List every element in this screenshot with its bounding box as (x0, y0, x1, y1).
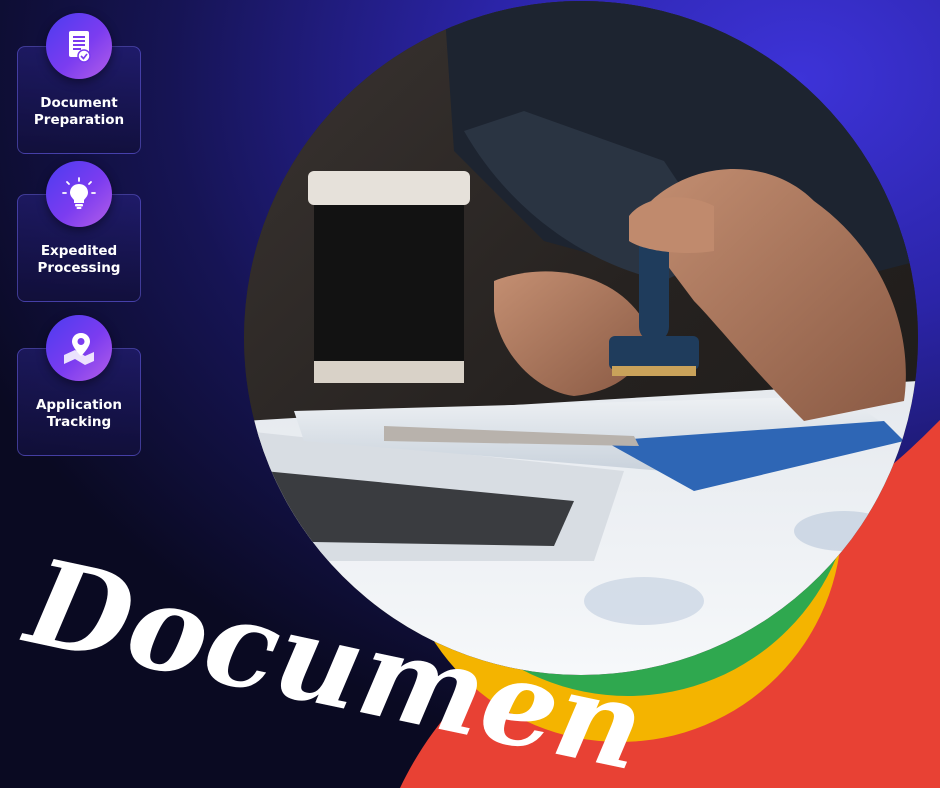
lightbulb-icon (46, 161, 112, 227)
document-check-icon (46, 13, 112, 79)
feature-card-expedited-processing[interactable]: Expedited Processing (17, 161, 141, 302)
feature-label: Document Preparation (33, 95, 125, 128)
headline-text: Document (16, 552, 636, 782)
map-pin-icon (46, 315, 112, 381)
promo-canvas: Document Preparation Expedited Processin… (0, 0, 940, 788)
headline: Document (16, 552, 636, 782)
feature-label: Application Tracking (35, 397, 123, 430)
feature-card-application-tracking[interactable]: Application Tracking (17, 315, 141, 456)
feature-card-document-preparation[interactable]: Document Preparation (17, 13, 141, 154)
feature-label: Expedited Processing (37, 243, 121, 276)
